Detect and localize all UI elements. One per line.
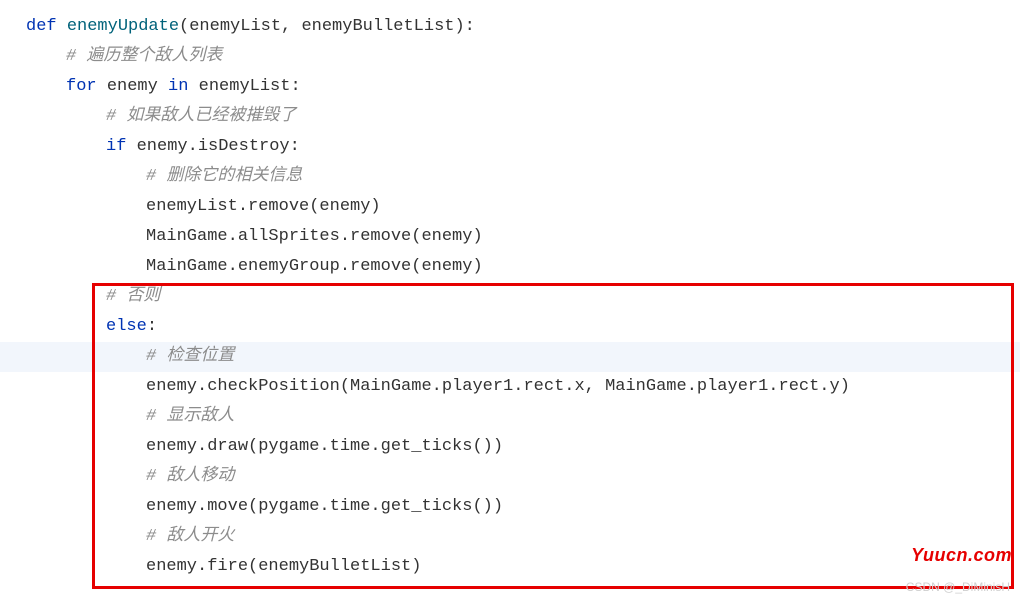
code-line: if enemy.isDestroy: xyxy=(0,132,1020,162)
comment: # 如果敌人已经被摧毁了 xyxy=(106,107,296,126)
code-line: # 遍历整个敌人列表 xyxy=(0,42,1020,72)
keyword: if xyxy=(106,137,137,156)
identifier: enemy xyxy=(107,77,168,96)
code-line: # 否则 xyxy=(0,282,1020,312)
identifier: enemy.isDestroy: xyxy=(137,137,300,156)
comment: # 否则 xyxy=(106,287,160,306)
code-line: def enemyUpdate(enemyList, enemyBulletLi… xyxy=(0,12,1020,42)
keyword: in xyxy=(168,77,199,96)
function-name: enemyUpdate xyxy=(67,17,179,36)
identifier: MainGame.enemyGroup.remove(enemy) xyxy=(146,257,483,276)
identifier: enemyList: xyxy=(199,77,301,96)
identifier: enemy.draw(pygame.time.get_ticks()) xyxy=(146,437,503,456)
comment: # 删除它的相关信息 xyxy=(146,167,302,186)
code-line: enemy.checkPosition(MainGame.player1.rec… xyxy=(0,372,1020,402)
identifier: (enemyList, enemyBulletList): xyxy=(179,17,475,36)
code-line: enemy.fire(enemyBulletList) xyxy=(0,552,1020,582)
keyword: for xyxy=(66,77,107,96)
code-line: enemyList.remove(enemy) xyxy=(0,192,1020,222)
keyword: def xyxy=(26,17,67,36)
code-line: # 如果敌人已经被摧毁了 xyxy=(0,102,1020,132)
code-line: # 显示敌人 xyxy=(0,402,1020,432)
code-line: # 删除它的相关信息 xyxy=(0,162,1020,192)
code-line: else: xyxy=(0,312,1020,342)
identifier: enemyList.remove(enemy) xyxy=(146,197,381,216)
code-line: MainGame.allSprites.remove(enemy) xyxy=(0,222,1020,252)
identifier: enemy.move(pygame.time.get_ticks()) xyxy=(146,497,503,516)
code-line: enemy.draw(pygame.time.get_ticks()) xyxy=(0,432,1020,462)
code-block: def enemyUpdate(enemyList, enemyBulletLi… xyxy=(0,0,1020,608)
keyword: else xyxy=(106,317,147,336)
identifier: : xyxy=(147,317,157,336)
identifier: MainGame.allSprites.remove(enemy) xyxy=(146,227,483,246)
comment: # 敌人开火 xyxy=(146,527,234,546)
comment: # 遍历整个敌人列表 xyxy=(66,47,222,66)
code-line: # 检查位置 xyxy=(0,342,1020,372)
comment: # 显示敌人 xyxy=(146,407,234,426)
code-line: for enemy in enemyList: xyxy=(0,72,1020,102)
watermark-csdn: CSDN @_DiMinisH xyxy=(906,572,1010,602)
code-line: # 敌人开火 xyxy=(0,522,1020,552)
code-line: enemy.move(pygame.time.get_ticks()) xyxy=(0,492,1020,522)
comment: # 检查位置 xyxy=(146,347,234,366)
identifier: enemy.fire(enemyBulletList) xyxy=(146,557,421,576)
code-line: # 敌人移动 xyxy=(0,462,1020,492)
comment: # 敌人移动 xyxy=(146,467,234,486)
identifier: enemy.checkPosition(MainGame.player1.rec… xyxy=(146,377,850,396)
watermark: Yuucn.com xyxy=(911,540,1012,570)
code-line: MainGame.enemyGroup.remove(enemy) xyxy=(0,252,1020,282)
